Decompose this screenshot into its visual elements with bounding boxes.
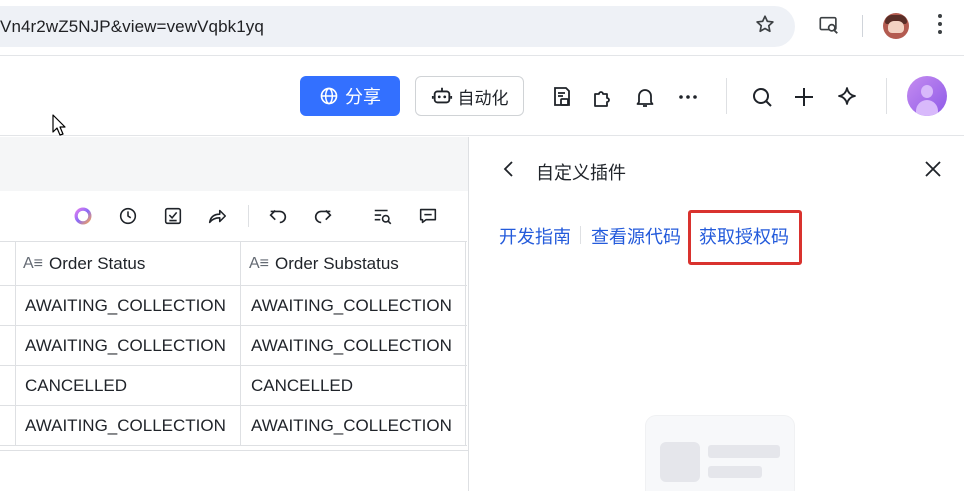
toolbar-separator — [726, 78, 727, 114]
table-cell[interactable]: AWAITING_COLLECTION — [241, 406, 467, 446]
column-header-edge — [0, 241, 15, 286]
share-arrow-icon[interactable] — [206, 205, 228, 227]
ai-ring-icon[interactable] — [72, 205, 94, 227]
find-icon[interactable] — [372, 205, 394, 227]
profile-avatar[interactable] — [883, 13, 909, 39]
column-header[interactable]: A≡ Order Status — [15, 241, 241, 286]
user-avatar[interactable] — [907, 76, 947, 116]
mouse-cursor-icon — [52, 114, 66, 136]
checklist-icon[interactable] — [162, 205, 184, 227]
robot-icon — [431, 87, 452, 104]
form-icon[interactable] — [550, 85, 574, 109]
plugin-icon[interactable] — [591, 85, 615, 109]
link-separator — [580, 226, 581, 244]
search-in-page-icon[interactable] — [818, 14, 840, 36]
table-cell[interactable]: CANCELLED — [241, 366, 467, 406]
table-toolbar — [0, 191, 468, 241]
search-icon[interactable] — [750, 85, 774, 109]
column-header-label: Order Status — [49, 253, 146, 273]
share-button[interactable]: 分享 — [300, 76, 400, 116]
text-field-icon: A≡ — [249, 254, 270, 272]
table-cell[interactable]: AWAITING_COLLECTION — [241, 286, 467, 326]
toolbar-separator — [886, 78, 887, 114]
table-bottom-border — [0, 450, 468, 451]
sparkle-icon[interactable] — [835, 85, 859, 109]
more-icon[interactable] — [676, 85, 700, 109]
comment-icon[interactable] — [417, 205, 439, 227]
more-vert-icon[interactable] — [938, 14, 942, 36]
star-icon[interactable] — [754, 13, 776, 35]
view-source-link[interactable]: 查看源代码 — [591, 223, 681, 249]
table-cell[interactable]: AWAITING_COLLECTION — [15, 326, 241, 366]
history-icon[interactable] — [117, 205, 139, 227]
address-bar[interactable]: Vn4r2wZ5NJP&view=vewVqbk1yq — [0, 6, 795, 47]
app-root: Vn4r2wZ5NJP&view=vewVqbk1yq 分享 自动化 A≡ Or… — [0, 0, 964, 491]
back-icon[interactable] — [501, 159, 517, 179]
table-cell[interactable]: AWAITING_COLLECTION — [15, 406, 241, 446]
highlight-box — [688, 210, 802, 265]
dev-guide-link[interactable]: 开发指南 — [499, 223, 571, 249]
redo-icon[interactable] — [312, 205, 334, 227]
row-edge — [0, 406, 15, 446]
globe-icon — [320, 87, 338, 105]
table-cell[interactable]: AWAITING_COLLECTION — [15, 286, 241, 326]
column-divider — [465, 241, 466, 445]
toolbar-separator — [248, 205, 249, 227]
url-text[interactable]: Vn4r2wZ5NJP&view=vewVqbk1yq — [0, 17, 264, 37]
automation-label: 自动化 — [457, 88, 509, 108]
bell-icon[interactable] — [633, 85, 657, 109]
automation-button[interactable]: 自动化 — [415, 76, 524, 116]
table-cell[interactable]: AWAITING_COLLECTION — [241, 326, 467, 366]
column-divider — [15, 241, 16, 445]
browser-bar: Vn4r2wZ5NJP&view=vewVqbk1yq — [0, 0, 964, 56]
close-icon[interactable] — [924, 160, 942, 178]
view-tabs-bar — [0, 137, 468, 191]
column-header-label: Order Substatus — [275, 253, 399, 273]
panel-title: 自定义插件 — [536, 163, 626, 183]
plus-icon[interactable] — [792, 85, 816, 109]
share-label: 分享 — [345, 87, 381, 107]
table-cell[interactable]: CANCELLED — [15, 366, 241, 406]
undo-icon[interactable] — [267, 205, 289, 227]
row-edge — [0, 366, 15, 406]
browser-separator — [862, 15, 863, 37]
row-edge — [0, 326, 15, 366]
empty-state-illustration — [646, 416, 794, 491]
data-table: A≡ Order Status A≡ Order Substatus AWAIT… — [0, 241, 468, 451]
column-header[interactable]: A≡ Order Substatus — [241, 241, 467, 286]
row-edge — [0, 286, 15, 326]
custom-plugin-panel: 自定义插件 开发指南 查看源代码 获取授权码 — [468, 137, 964, 491]
column-divider — [240, 241, 241, 445]
text-field-icon: A≡ — [23, 254, 44, 272]
app-toolbar: 分享 自动化 — [0, 56, 964, 136]
